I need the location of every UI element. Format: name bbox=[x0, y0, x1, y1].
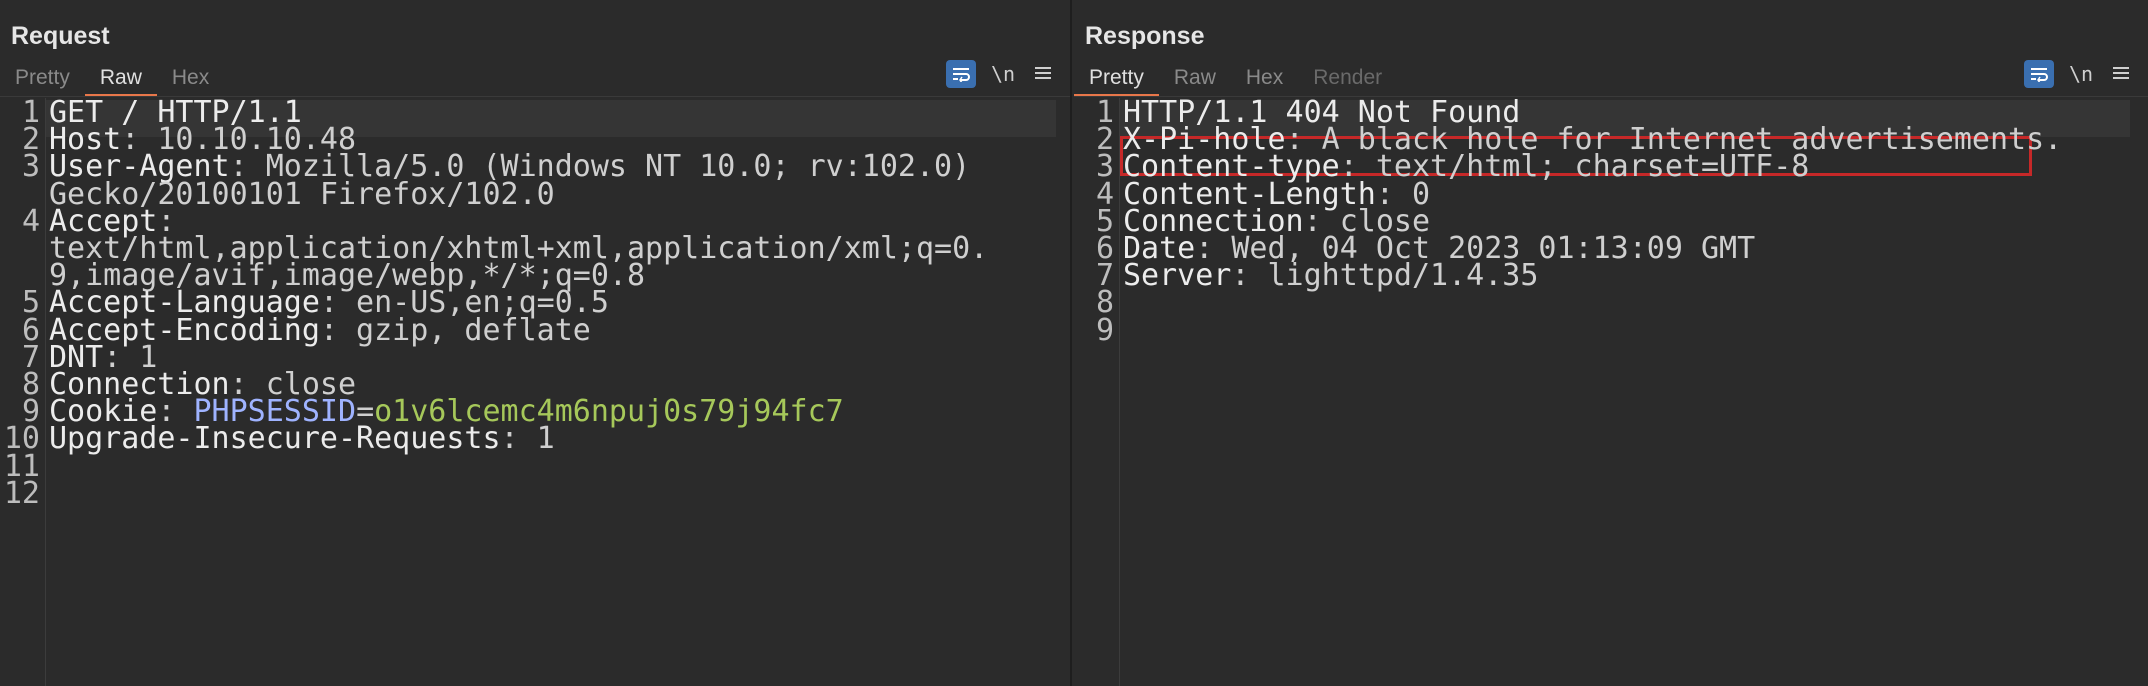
response-title: Response bbox=[1085, 22, 1205, 50]
request-tabs: Pretty Raw Hex bbox=[0, 64, 224, 97]
tab-hex[interactable]: Hex bbox=[157, 64, 224, 94]
tab-render: Render bbox=[1313, 66, 1383, 89]
menu-icon[interactable] bbox=[1030, 61, 1056, 87]
menu-icon[interactable] bbox=[2108, 61, 2134, 87]
request-title: Request bbox=[11, 22, 110, 50]
line-number: 9 bbox=[1095, 312, 1114, 348]
tab-hex[interactable]: Hex bbox=[1231, 64, 1298, 94]
tab-raw[interactable]: Raw bbox=[1159, 64, 1231, 94]
wrap-lines-icon[interactable] bbox=[2024, 60, 2054, 88]
wrap-lines-icon[interactable] bbox=[946, 60, 976, 88]
request-pane: Request Pretty Raw Hex \n 1 GET / HTTP/1.1 2… bbox=[0, 0, 1072, 686]
response-toolbar: \n bbox=[2024, 60, 2134, 88]
response-pane: Response Pretty Raw Hex Render \n 1 HTTP/1.1… bbox=[1074, 0, 2148, 686]
newline-toggle[interactable]: \n bbox=[988, 62, 1018, 86]
response-tabs: Pretty Raw Hex Render bbox=[1074, 64, 1397, 97]
response-editor[interactable]: 1 HTTP/1.1 404 Not Found 2 X-Pi-hole: A bla… bbox=[1074, 95, 2148, 686]
tab-raw[interactable]: Raw bbox=[84, 64, 157, 97]
line-number: 12 bbox=[3, 475, 40, 511]
newline-toggle[interactable]: \n bbox=[2066, 62, 2096, 86]
code-line: 12 bbox=[0, 475, 1070, 512]
request-editor[interactable]: 1 GET / HTTP/1.1 2 Host: 10.10.10.48 3 User-A… bbox=[0, 95, 1070, 686]
code-line: 9 bbox=[1074, 312, 2148, 349]
request-toolbar: \n bbox=[946, 60, 1056, 88]
tab-pretty[interactable]: Pretty bbox=[0, 64, 85, 94]
tab-pretty[interactable]: Pretty bbox=[1074, 64, 1159, 97]
